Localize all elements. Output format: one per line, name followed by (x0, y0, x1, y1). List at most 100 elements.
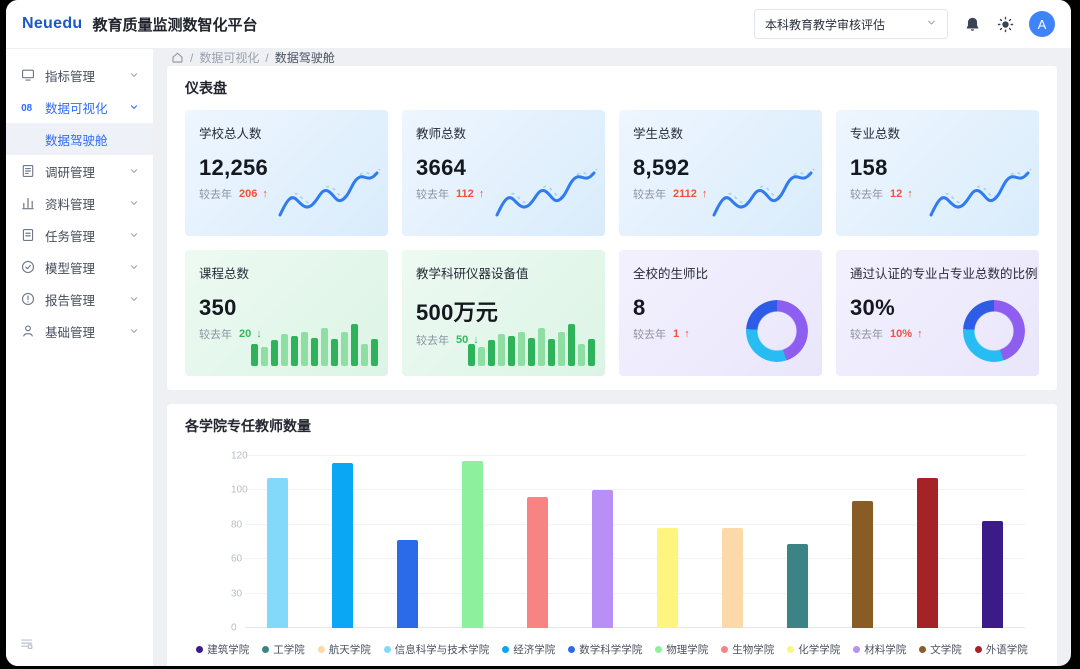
legend-dot-icon (196, 646, 203, 653)
stat-mini-bar-chart (468, 320, 595, 366)
stat-compare-label: 较去年 (850, 186, 883, 202)
monitor-icon (20, 68, 36, 82)
legend-label: 文学院 (930, 642, 962, 657)
legend-item-物理学院[interactable]: 物理学院 (655, 642, 708, 657)
project-select-value: 本科教育教学审核评估 (765, 16, 885, 33)
stat-label: 课程总数 (199, 263, 374, 282)
up-arrow-icon: ↑ (479, 188, 485, 200)
stat-compare-label: 较去年 (199, 326, 232, 342)
sidebar-item-label: 调研管理 (45, 162, 120, 181)
bar-材料学院[interactable] (592, 490, 613, 628)
sidebar: 指标管理 08数据可视化数据驾驶舱调研管理资料管理任务管理模型管理报告管理基础管理 (6, 49, 153, 666)
stat-label: 全校的生师比 (633, 263, 808, 282)
sidebar-item-label: 基础管理 (45, 322, 120, 341)
legend-item-工学院[interactable]: 工学院 (262, 642, 305, 657)
legend-item-生物学院[interactable]: 生物学院 (721, 642, 774, 657)
legend-label: 经济学院 (513, 642, 555, 657)
sidebar-item-data-cockpit[interactable]: 数据驾驶舱 (6, 123, 153, 155)
sidebar-item-model[interactable]: 模型管理 (6, 251, 153, 283)
sidebar-item-label: 资料管理 (45, 194, 120, 213)
bar-信息科学与技术学院[interactable] (267, 478, 288, 628)
home-icon[interactable] (171, 51, 184, 64)
stat-sparkline (712, 165, 816, 228)
stat-card-school-total: 学校总人数12,256较去年206 ↑ (185, 110, 388, 236)
sidebar-item-material[interactable]: 资料管理 (6, 187, 153, 219)
stat-card-equipment-value: 教学科研仪器设备值500万元较去年50 ↓ (402, 250, 605, 376)
legend-dot-icon (502, 646, 509, 653)
sidebar-item-survey[interactable]: 调研管理 (6, 155, 153, 187)
breadcrumb-item[interactable]: 数据驾驶舱 (275, 49, 335, 66)
stat-label: 学生总数 (633, 123, 808, 142)
bar-外语学院[interactable] (917, 478, 938, 628)
main-content: /数据可视化/数据驾驶舱 仪表盘 学校总人数12,256较去年206 ↑ 教师总… (153, 49, 1071, 666)
bar-化学学院[interactable] (657, 528, 678, 628)
legend-item-建筑学院[interactable]: 建筑学院 (196, 642, 249, 657)
stat-delta: 206 ↑ (239, 188, 268, 200)
bar-chart: 0306080100120 (185, 448, 1039, 628)
legend-dot-icon (919, 646, 926, 653)
stat-compare-label: 较去年 (416, 186, 449, 202)
bar-物理学院[interactable] (462, 461, 483, 628)
project-select[interactable]: 本科教育教学审核评估 (754, 9, 948, 39)
stat-card-course-total: 课程总数350较去年20 ↓ (185, 250, 388, 376)
breadcrumb-item[interactable]: 数据可视化 (199, 49, 259, 66)
chevron-down-icon (129, 326, 139, 336)
legend-item-航天学院[interactable]: 航天学院 (318, 642, 371, 657)
sidebar-item-report[interactable]: 报告管理 (6, 283, 153, 315)
y-axis-tick: 0 (231, 623, 237, 634)
chevron-down-icon (926, 17, 937, 31)
legend-dot-icon (787, 646, 794, 653)
chevron-down-icon (129, 230, 139, 240)
legend-item-信息科学与技术学院[interactable]: 信息科学与技术学院 (384, 642, 490, 657)
legend-dot-icon (384, 646, 391, 653)
bar-生物学院[interactable] (527, 497, 548, 628)
legend-item-文学院[interactable]: 文学院 (919, 642, 962, 657)
stat-mini-bar-chart (251, 320, 378, 366)
legend-label: 数学科学学院 (579, 642, 642, 657)
sidebar-item-label: 数据可视化 (45, 98, 120, 117)
bar-航天学院[interactable] (722, 528, 743, 628)
chevron-down-icon (129, 262, 139, 272)
breadcrumb-separator: / (190, 51, 193, 65)
bar-经济学院[interactable] (332, 463, 353, 628)
bar-chart-title: 各学院专任教师数量 (185, 416, 1039, 436)
bar-chart-legend: 建筑学院工学院航天学院信息科学与技术学院 经济学院 数学科学学院物理学院生物学院化学… (185, 642, 1039, 657)
y-axis-tick: 30 (231, 588, 242, 599)
stat-delta: 10% ↑ (890, 328, 923, 340)
legend-item-材料学院[interactable]: 材料学院 (853, 642, 906, 657)
chevron-down-icon (129, 198, 139, 208)
sidebar-item-data-viz[interactable]: 08数据可视化 (6, 91, 153, 123)
sidebar-item-indicator[interactable]: 指标管理 (6, 59, 153, 91)
theme-brightness-icon[interactable] (996, 15, 1014, 33)
app-window: Neuedu 教育质量监测数智化平台 本科教育教学审核评估 A 指标管理 08数据… (6, 0, 1071, 666)
stat-delta: 112 ↑ (456, 188, 484, 200)
collapse-sidebar-icon[interactable] (20, 637, 34, 656)
legend-item-外语学院[interactable]: 外语学院 (975, 642, 1028, 657)
person-icon (20, 324, 36, 338)
sidebar-item-label: 报告管理 (45, 290, 120, 309)
sidebar-item-label: 指标管理 (45, 66, 120, 85)
legend-item-数学科学学院[interactable]: 数学科学学院 (568, 642, 642, 657)
legend-dot-icon (318, 646, 325, 653)
chart-icon (20, 196, 36, 210)
bar-工学院[interactable] (787, 544, 808, 628)
dashboard-section-title: 仪表盘 (185, 78, 1039, 98)
up-arrow-icon: ↑ (684, 328, 690, 340)
sidebar-item-task[interactable]: 任务管理 (6, 219, 153, 251)
chevron-down-icon (129, 166, 139, 176)
bar-数学科学学院[interactable] (397, 540, 418, 628)
breadcrumb-separator: / (265, 51, 268, 65)
avatar[interactable]: A (1029, 11, 1055, 37)
doc-icon (20, 228, 36, 242)
app-header: Neuedu 教育质量监测数智化平台 本科教育教学审核评估 A (6, 0, 1071, 49)
stat-sparkline (929, 165, 1033, 228)
sidebar-item-base[interactable]: 基础管理 (6, 315, 153, 347)
bar-建筑学院[interactable] (982, 521, 1003, 628)
bar-文学院[interactable] (852, 501, 873, 628)
up-arrow-icon: ↑ (262, 188, 268, 200)
legend-label: 建筑学院 (207, 642, 249, 657)
notification-bell-icon[interactable] (963, 15, 981, 33)
legend-item-化学学院[interactable]: 化学学院 (787, 642, 840, 657)
legend-item-经济学院[interactable]: 经济学院 (502, 642, 555, 657)
legend-dot-icon (721, 646, 728, 653)
